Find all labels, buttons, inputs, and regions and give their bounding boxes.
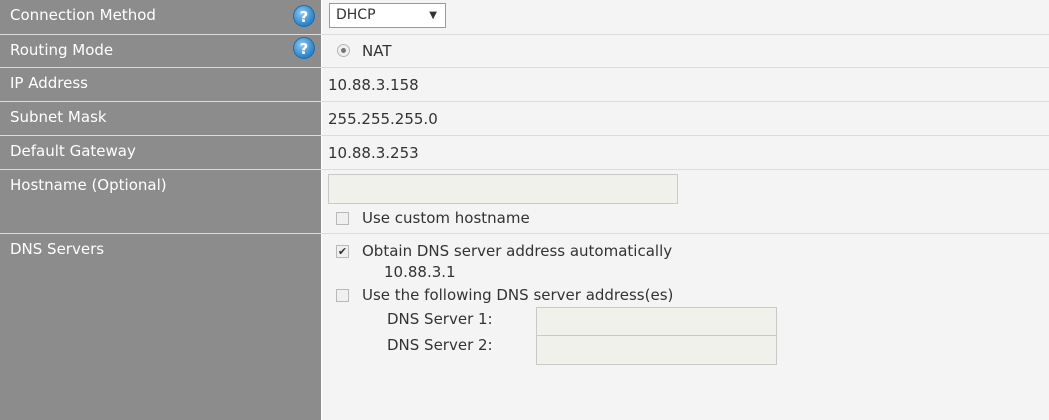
- subnet-mask-value-cell: 255.255.255.0: [322, 102, 1049, 135]
- hostname-input[interactable]: [328, 174, 678, 204]
- nat-radio[interactable]: [337, 44, 350, 57]
- ip-address-value: 10.88.3.158: [328, 76, 419, 94]
- row-default-gateway: Default Gateway 10.88.3.253: [0, 136, 1049, 170]
- default-gateway-value: 10.88.3.253: [328, 144, 419, 162]
- custom-hostname-checkbox[interactable]: [336, 212, 349, 225]
- row-routing-mode: Routing Mode ? NAT: [0, 35, 1049, 68]
- dns-manual-checkbox[interactable]: [336, 289, 349, 302]
- hostname-value-cell: Use custom hostname: [322, 170, 1049, 233]
- help-icon[interactable]: ?: [293, 37, 315, 59]
- row-hostname: Hostname (Optional) Use custom hostname: [0, 170, 1049, 234]
- row-ip-address: IP Address 10.88.3.158: [0, 68, 1049, 102]
- ip-address-value-cell: 10.88.3.158: [322, 68, 1049, 101]
- row-subnet-mask: Subnet Mask 255.255.255.0: [0, 102, 1049, 136]
- row-connection-method: Connection Method ? DHCP ▼: [0, 0, 1049, 35]
- nat-radio-label: NAT: [362, 42, 392, 60]
- dns-manual-label: Use the following DNS server address(es): [362, 286, 674, 304]
- dns-auto-address: 10.88.3.1: [384, 263, 456, 281]
- dns-server-2-input[interactable]: [536, 335, 777, 365]
- connection-method-selected-value: DHCP: [336, 7, 376, 23]
- custom-hostname-label: Use custom hostname: [362, 209, 530, 227]
- hostname-label-cell: Hostname (Optional): [0, 170, 322, 233]
- dns-servers-value-cell: ✔ Obtain DNS server address automaticall…: [322, 234, 1049, 420]
- wan-settings-form: Connection Method ? DHCP ▼ Routing Mode …: [0, 0, 1049, 420]
- default-gateway-label-cell: Default Gateway: [0, 136, 322, 169]
- dns-server-2-label: DNS Server 2:: [387, 336, 493, 354]
- hostname-label: Hostname (Optional): [10, 176, 167, 194]
- connection-method-label-cell: Connection Method ?: [0, 0, 322, 34]
- dns-servers-label-cell: DNS Servers: [0, 234, 322, 420]
- subnet-mask-value: 255.255.255.0: [328, 110, 438, 128]
- chevron-down-icon: ▼: [429, 10, 437, 21]
- dns-auto-label: Obtain DNS server address automatically: [362, 242, 673, 260]
- ip-address-label: IP Address: [10, 74, 88, 92]
- subnet-mask-label-cell: Subnet Mask: [0, 102, 322, 135]
- connection-method-label: Connection Method: [10, 6, 156, 24]
- routing-mode-value-cell: NAT: [322, 35, 1049, 67]
- dns-servers-label: DNS Servers: [10, 240, 105, 258]
- routing-mode-label-cell: Routing Mode ?: [0, 35, 322, 67]
- dns-server-1-label: DNS Server 1:: [387, 310, 493, 328]
- help-icon[interactable]: ?: [293, 5, 315, 27]
- connection-method-select[interactable]: DHCP ▼: [329, 3, 446, 28]
- dns-server-1-input[interactable]: [536, 307, 777, 337]
- default-gateway-value-cell: 10.88.3.253: [322, 136, 1049, 169]
- subnet-mask-label: Subnet Mask: [10, 108, 107, 126]
- row-dns-servers: DNS Servers ✔ Obtain DNS server address …: [0, 234, 1049, 420]
- connection-method-value-cell: DHCP ▼: [322, 0, 1049, 34]
- ip-address-label-cell: IP Address: [0, 68, 322, 101]
- default-gateway-label: Default Gateway: [10, 142, 136, 160]
- routing-mode-label: Routing Mode: [10, 41, 114, 59]
- dns-auto-checkbox[interactable]: ✔: [336, 245, 349, 258]
